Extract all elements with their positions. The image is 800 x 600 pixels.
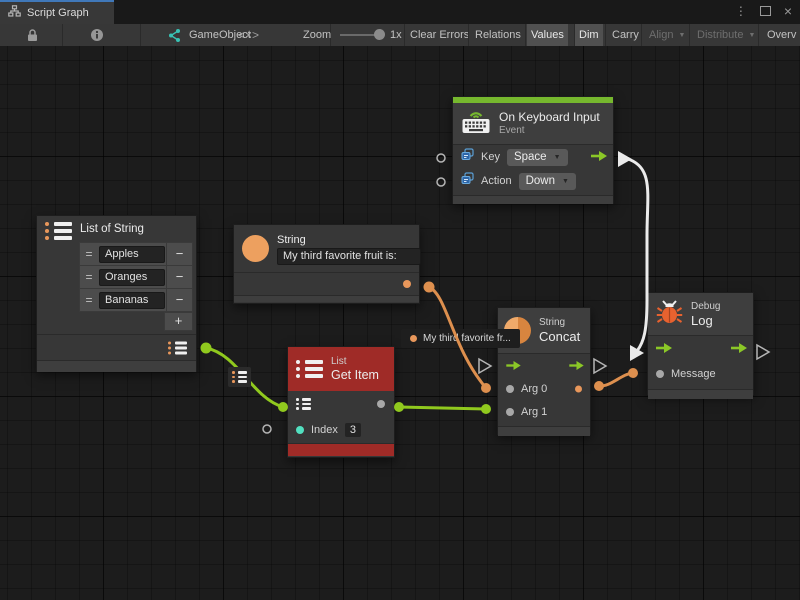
info-icon[interactable]	[90, 24, 104, 46]
message-label: Message	[671, 368, 716, 380]
node-title: Concat	[539, 329, 580, 344]
align-button[interactable]: Align▼	[645, 24, 689, 46]
list-icon	[296, 360, 323, 378]
message-input-port[interactable]	[656, 370, 664, 378]
window-menu-icon[interactable]: ⋮	[735, 4, 747, 18]
flow-output-port[interactable]	[731, 340, 747, 358]
node-title: Get Item	[331, 368, 379, 383]
key-dropdown[interactable]: Space▼	[507, 149, 568, 166]
arg0-label: Arg 0	[521, 383, 547, 395]
node-title: Log	[691, 313, 720, 328]
remove-item-button[interactable]: −	[166, 266, 192, 288]
clear-errors-button[interactable]: Clear Errors	[406, 24, 473, 46]
flow-input-port[interactable]	[506, 357, 521, 375]
chevron-down-icon: ▼	[562, 174, 569, 189]
action-dropdown[interactable]: Down▼	[519, 173, 576, 190]
zoom-label: Zoom	[303, 24, 331, 46]
node-debug-log[interactable]: Debug Log Message	[647, 292, 754, 395]
overview-button[interactable]: Overv	[763, 24, 800, 46]
list-icon	[45, 222, 72, 240]
chevron-down-icon: ▼	[748, 32, 755, 39]
drag-handle[interactable]: =	[80, 270, 98, 284]
list-item-row: = Oranges −	[80, 266, 192, 289]
window-close-icon[interactable]: ×	[784, 6, 792, 16]
node-concat[interactable]: String Concat Arg 0 Arg 1	[497, 307, 591, 435]
list-input-port[interactable]	[296, 398, 311, 410]
node-title: On Keyboard Input	[499, 110, 600, 125]
flow-input-port[interactable]	[656, 340, 672, 358]
node-on-keyboard-input[interactable]: On Keyboard Input Event Key Space▼ Actio…	[452, 96, 614, 204]
list-icon	[232, 371, 247, 383]
bug-icon	[656, 299, 683, 329]
drag-handle[interactable]: =	[80, 293, 98, 307]
window-maximize-icon[interactable]	[760, 6, 771, 16]
dim-button[interactable]: Dim	[575, 24, 603, 46]
tab-bar: Script Graph ⋮ ×	[0, 0, 800, 24]
zoom-value: 1x	[390, 24, 402, 46]
key-icon	[461, 148, 474, 166]
list-output-port[interactable]	[168, 341, 187, 354]
zoom-slider-handle[interactable]	[374, 29, 385, 40]
relations-button[interactable]: Relations	[471, 24, 525, 46]
graph-toolbar: <×> GameObject Zoom 1x Clear Errors Rela…	[0, 24, 800, 47]
result-output-port[interactable]	[575, 385, 582, 392]
flow-output-port[interactable]	[591, 148, 607, 166]
gameobject-label: GameObject	[189, 24, 251, 46]
string-output-port[interactable]	[403, 280, 411, 288]
chevron-down-icon: ▼	[678, 32, 685, 39]
values-button[interactable]: Values	[527, 24, 568, 46]
add-item-button[interactable]: +	[164, 312, 193, 331]
node-subtitle: Event	[499, 125, 600, 137]
node-category: Debug	[691, 301, 720, 313]
arg1-input-port[interactable]	[506, 408, 514, 416]
string-icon	[242, 235, 269, 262]
index-input-port[interactable]	[296, 426, 304, 434]
gameobject-icon	[166, 24, 181, 46]
string-value-input[interactable]: My third favorite fruit is:	[277, 248, 421, 265]
list-editor: = Apples − = Oranges − = Bananas −	[79, 242, 193, 312]
lock-icon[interactable]	[26, 24, 39, 46]
wire-type-badge	[228, 367, 251, 387]
index-value-input[interactable]: 3	[345, 423, 361, 437]
list-item-input[interactable]: Oranges	[99, 269, 165, 286]
list-item-row: = Bananas −	[80, 289, 192, 311]
remove-item-button[interactable]: −	[166, 243, 192, 265]
node-title: String	[277, 233, 421, 247]
key-port-label: Key	[481, 151, 500, 163]
list-output-row	[37, 334, 196, 360]
distribute-button[interactable]: Distribute▼	[693, 24, 759, 46]
list-item-row: = Apples −	[80, 243, 192, 266]
list-item-input[interactable]: Apples	[99, 246, 165, 263]
arg1-label: Arg 1	[521, 406, 547, 418]
string-value-dot	[410, 335, 417, 342]
item-output-port[interactable]	[377, 400, 385, 408]
node-category: List	[331, 356, 379, 368]
carry-button[interactable]: Carry	[608, 24, 643, 46]
node-category: String	[539, 317, 580, 329]
tab-script-graph[interactable]: Script Graph	[0, 0, 114, 24]
node-string-literal[interactable]: String My third favorite fruit is:	[233, 224, 420, 304]
list-item-input[interactable]: Bananas	[99, 292, 165, 309]
wire-value-text: My third favorite fr...	[423, 333, 511, 344]
wire-value-tooltip: My third favorite fr...	[401, 329, 520, 348]
drag-handle[interactable]: =	[80, 247, 98, 261]
node-get-item[interactable]: List Get Item Index 3	[287, 346, 395, 458]
chevron-down-icon: ▼	[554, 150, 561, 165]
keyboard-icon	[461, 108, 491, 139]
action-port-label: Action	[481, 175, 512, 187]
key-icon	[461, 172, 474, 190]
index-label: Index	[311, 424, 338, 436]
tab-title: Script Graph	[27, 7, 89, 19]
remove-item-button[interactable]: −	[166, 289, 192, 311]
arg0-input-port[interactable]	[506, 385, 514, 393]
node-title: List of String	[80, 222, 144, 237]
graph-tab-icon	[8, 4, 21, 22]
node-list-of-string[interactable]: List of String = Apples − = Oranges − = …	[36, 215, 197, 372]
flow-output-port[interactable]	[569, 357, 584, 375]
